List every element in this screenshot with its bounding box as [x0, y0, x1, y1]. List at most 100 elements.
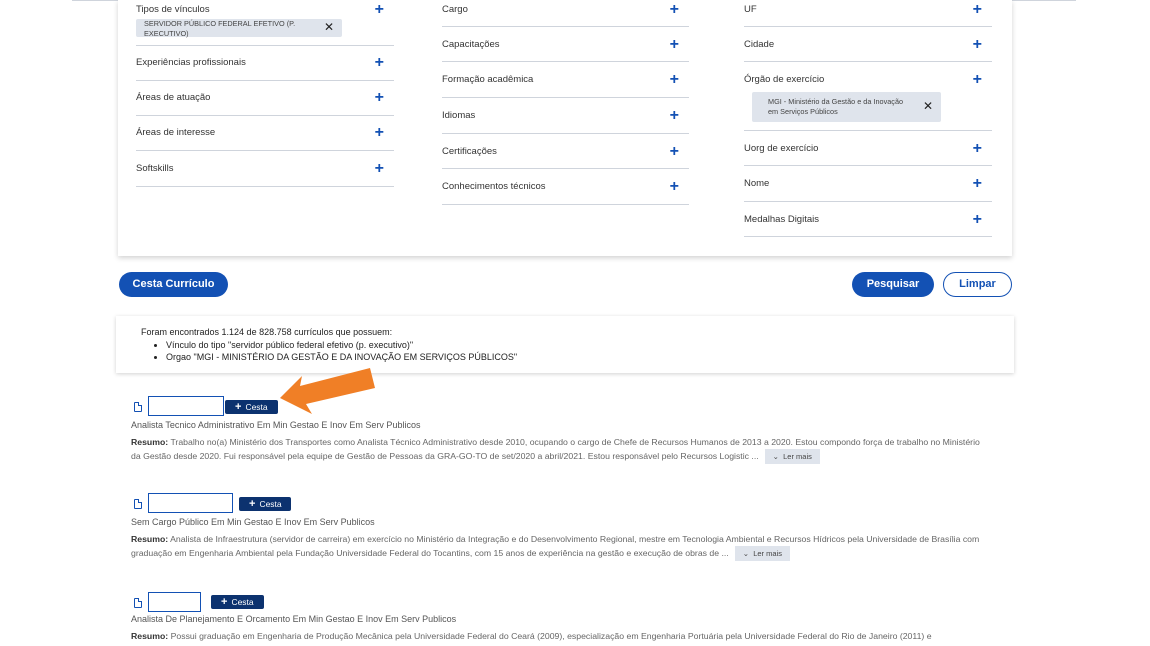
button-label: Cesta [259, 499, 282, 509]
pesquisar-button[interactable]: Pesquisar [852, 272, 934, 297]
annotation-arrow-icon [280, 368, 375, 414]
add-cesta-button[interactable]: + Cesta [211, 595, 264, 609]
plus-icon: + [235, 401, 242, 413]
filter-chip: MGI - Ministério da Gestão e da Inovação… [752, 92, 941, 122]
filter-uf[interactable]: UF + [744, 0, 992, 27]
result-title[interactable]: Sem Cargo Público Em Min Gestao E Inov E… [131, 517, 375, 527]
filter-label: Experiências profissionais [136, 57, 246, 68]
plus-icon: + [249, 498, 256, 510]
document-icon[interactable] [134, 598, 142, 608]
filter-label: Medalhas Digitais [744, 214, 819, 225]
filter-areas-interesse[interactable]: Áreas de interesse + [136, 116, 394, 151]
plus-icon[interactable]: + [670, 108, 679, 124]
filter-label: Nome [744, 178, 770, 189]
result-input[interactable] [148, 396, 224, 416]
filter-cidade[interactable]: Cidade + [744, 27, 992, 62]
document-icon[interactable] [134, 402, 142, 412]
filter-label: Capacitações [442, 39, 500, 50]
results-summary: Foram encontrados 1.124 de 828.758 currí… [116, 316, 1014, 373]
filter-orgao-exercicio[interactable]: Órgão de exercício + MGI - Ministério da… [744, 62, 992, 131]
chevron-down-icon: ⌄ [772, 452, 779, 461]
button-label: Ler mais [753, 549, 782, 558]
result-item: + Cesta Analista De Planejamento E Orcame… [131, 592, 991, 646]
summary-criterion: Vínculo do tipo "servidor público federa… [166, 339, 517, 351]
resumo-label: Resumo [131, 631, 166, 641]
filter-label: Órgão de exercício [744, 74, 825, 85]
result-title[interactable]: Analista De Planejamento E Orcamento Em … [131, 614, 456, 624]
filter-column-1: Tipos de vínculos + SERVIDOR PÚBLICO FED… [136, 0, 394, 187]
filter-capacitacoes[interactable]: Capacitações + [442, 27, 689, 62]
result-title[interactable]: Analista Tecnico Administrativo Em Min G… [131, 420, 420, 430]
filter-label: Conhecimentos técnicos [442, 181, 546, 192]
plus-icon[interactable]: + [375, 125, 384, 141]
resumo-text: Analista de Infraestrutura (servidor de … [131, 534, 980, 558]
close-icon[interactable]: ✕ [923, 100, 933, 112]
button-label: Ler mais [783, 452, 812, 461]
close-icon[interactable]: ✕ [324, 21, 334, 33]
chevron-down-icon: ⌄ [742, 549, 750, 558]
filter-formacao[interactable]: Formação acadêmica + [442, 62, 689, 98]
add-cesta-button[interactable]: + Cesta [225, 400, 278, 414]
plus-icon[interactable]: + [973, 176, 982, 192]
filter-areas-atuacao[interactable]: Áreas de atuação + [136, 81, 394, 116]
filter-label: Softskills [136, 163, 174, 174]
resumo-text: Trabalho no(a) Ministério dos Transporte… [131, 437, 980, 461]
filter-conhecimentos[interactable]: Conhecimentos técnicos + [442, 169, 689, 205]
plus-icon[interactable]: + [375, 90, 384, 106]
summary-criteria-list: Vínculo do tipo "servidor público federa… [166, 339, 517, 363]
chip-label: MGI - Ministério da Gestão e da Inovação… [768, 97, 904, 116]
filter-label: Certificações [442, 146, 497, 157]
summary-criterion: Orgao "MGI - MINISTÉRIO DA GESTÃO E DA I… [166, 351, 517, 363]
plus-icon[interactable]: + [375, 2, 384, 18]
plus-icon[interactable]: + [670, 179, 679, 195]
plus-icon[interactable]: + [670, 72, 679, 88]
chip-label: SERVIDOR PÚBLICO FEDERAL EFETIVO (P. EXE… [144, 19, 296, 38]
filter-panel: Tipos de vínculos + SERVIDOR PÚBLICO FED… [118, 0, 1012, 256]
filter-softskills[interactable]: Softskills + [136, 151, 394, 187]
ler-mais-button[interactable]: ⌄ Ler mais [734, 546, 790, 561]
add-cesta-button[interactable]: + Cesta [239, 497, 291, 511]
result-resumo: Resumo: Possui graduação em Engenharia d… [131, 631, 932, 641]
filter-label: Tipos de vínculos [136, 4, 210, 15]
filter-label: Cargo [442, 4, 468, 15]
filter-certificacoes[interactable]: Certificações + [442, 134, 689, 169]
plus-icon[interactable]: + [973, 141, 982, 157]
plus-icon[interactable]: + [973, 2, 982, 18]
plus-icon[interactable]: + [973, 37, 982, 53]
plus-icon[interactable]: + [973, 212, 982, 228]
plus-icon[interactable]: + [375, 161, 384, 177]
filter-column-2: Cargo + Capacitações + Formação acadêmic… [442, 0, 689, 205]
filter-experiencias[interactable]: Experiências profissionais + [136, 46, 394, 81]
document-icon[interactable] [134, 499, 142, 509]
filter-label: Cidade [744, 39, 775, 50]
plus-icon[interactable]: + [973, 72, 982, 88]
ler-mais-button[interactable]: ⌄ Ler mais [764, 449, 820, 464]
plus-icon[interactable]: + [670, 2, 679, 18]
resumo-label: Resumo [131, 534, 166, 544]
filter-tipos-vinculos[interactable]: Tipos de vínculos + SERVIDOR PÚBLICO FED… [136, 0, 394, 46]
filter-medalhas[interactable]: Medalhas Digitais + [744, 202, 992, 237]
filter-uorg[interactable]: Uorg de exercício + [744, 131, 992, 166]
filter-idiomas[interactable]: Idiomas + [442, 98, 689, 134]
filter-label: Áreas de interesse [136, 127, 216, 138]
plus-icon[interactable]: + [670, 37, 679, 53]
filter-column-3: UF + Cidade + Órgão de exercício + MGI -… [744, 0, 992, 237]
cesta-curriculo-button[interactable]: Cesta Currículo [119, 272, 228, 297]
filter-label: Uorg de exercício [744, 143, 819, 154]
button-label: Cesta [245, 402, 268, 412]
resumo-label: Resumo [131, 437, 166, 447]
filter-label: Áreas de atuação [136, 92, 211, 103]
result-input[interactable] [148, 592, 201, 612]
plus-icon[interactable]: + [375, 55, 384, 71]
result-item: + Cesta Analista Tecnico Administrativo E… [131, 396, 991, 468]
button-label: Cesta [231, 597, 254, 607]
resumo-text: Possui graduação em Engenharia de Produç… [170, 631, 932, 641]
filter-label: Formação acadêmica [442, 74, 534, 85]
result-input[interactable] [148, 493, 233, 513]
filter-nome[interactable]: Nome + [744, 166, 992, 202]
filter-label: Idiomas [442, 110, 476, 121]
summary-text: Foram encontrados 1.124 de 828.758 currí… [141, 327, 393, 337]
limpar-button[interactable]: Limpar [943, 272, 1012, 297]
filter-cargo[interactable]: Cargo + [442, 0, 689, 27]
plus-icon[interactable]: + [670, 144, 679, 160]
